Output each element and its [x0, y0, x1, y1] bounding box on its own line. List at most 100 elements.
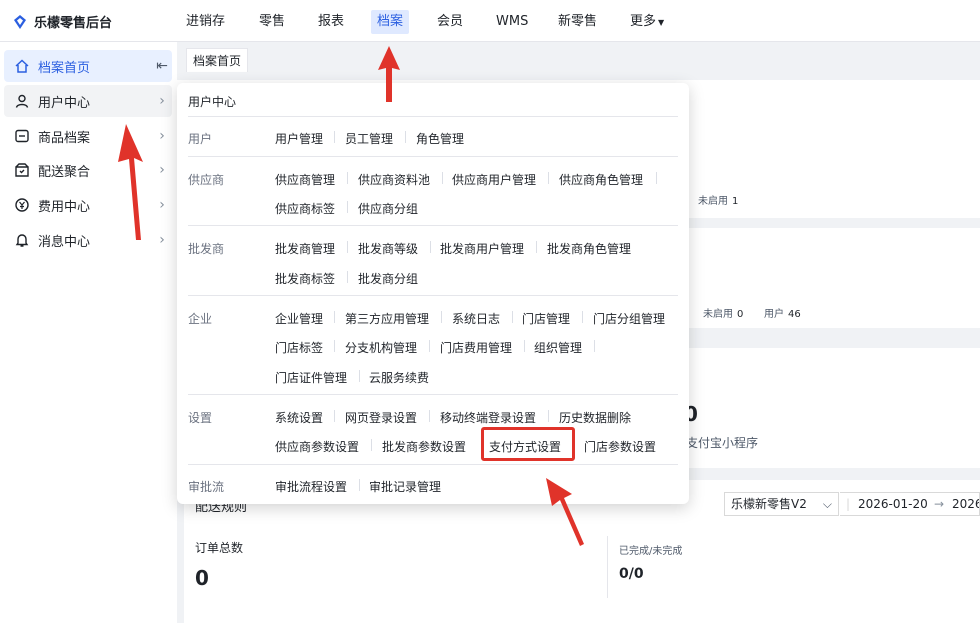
done-label: 已完成/未完成 — [619, 546, 683, 557]
tab-archive-home[interactable]: 档案首页 — [186, 48, 249, 72]
link-supplier-pool[interactable]: 供应商资料池 — [358, 171, 430, 188]
chevron-down-icon: ⌵ — [822, 497, 832, 511]
link-wholesaler-role-manage[interactable]: 批发商角色管理 — [547, 240, 631, 257]
divider — [188, 156, 678, 157]
link-approval-flow-settings[interactable]: 审批流程设置 — [275, 478, 347, 495]
link-store-tags[interactable]: 门店标签 — [275, 339, 323, 356]
group-label-wholesaler: 批发商 — [188, 242, 225, 256]
logo-icon — [14, 14, 26, 29]
chevron-right-icon: › — [159, 162, 165, 178]
divider — [607, 536, 608, 598]
link-role-manage[interactable]: 角色管理 — [416, 130, 464, 147]
link-store-param-settings[interactable]: 门店参数设置 — [584, 438, 656, 455]
stat-alipay-mini: 支付宝小程序 — [686, 436, 759, 450]
divider — [188, 464, 678, 465]
group-label-user: 用户 — [188, 132, 213, 146]
bell-icon — [12, 232, 32, 248]
link-supplier-manage[interactable]: 供应商管理 — [275, 171, 335, 188]
link-wholesaler-groups[interactable]: 批发商分组 — [358, 270, 418, 287]
link-supplier-param-settings[interactable]: 供应商参数设置 — [275, 438, 359, 455]
nav-item-new-retail[interactable]: 新零售 — [558, 10, 597, 34]
order-total-label: 订单总数 — [195, 541, 244, 555]
group-label-approval: 审批流 — [188, 480, 225, 494]
link-supplier-user-manage[interactable]: 供应商用户管理 — [452, 171, 536, 188]
link-wholesaler-param-settings[interactable]: 批发商参数设置 — [382, 438, 466, 455]
date-start[interactable]: 2026-01-20 — [858, 493, 928, 515]
yuan-icon — [12, 197, 32, 213]
link-store-certificate-manage[interactable]: 门店证件管理 — [275, 369, 347, 386]
nav-item-inventory[interactable]: 进销存 — [186, 10, 225, 34]
stat-users: 用户 46 — [764, 309, 801, 320]
top-bar: 乐檬零售后台 进销存 零售 报表 档案 会员 WMS 新零售 更多 ▼ — [0, 0, 980, 42]
stat-not-enabled-1: 未启用 1 — [698, 196, 739, 207]
divider — [188, 295, 678, 296]
link-system-log[interactable]: 系统日志 — [452, 310, 500, 327]
arrow-right-icon: → — [934, 497, 945, 511]
link-branch-manage[interactable]: 分支机构管理 — [345, 339, 417, 356]
sidebar-item-archive-home[interactable]: 档案首页 ⇤ — [4, 50, 172, 82]
link-store-cost-manage[interactable]: 门店费用管理 — [440, 339, 512, 356]
date-end[interactable]: 2026-01 — [952, 493, 979, 515]
link-web-login-settings[interactable]: 网页登录设置 — [345, 409, 417, 426]
link-mobile-login-settings[interactable]: 移动终端登录设置 — [440, 409, 536, 426]
delivery-icon — [12, 162, 32, 178]
order-total-value: 0 — [195, 566, 209, 590]
group-label-supplier: 供应商 — [188, 173, 225, 187]
sidebar-item-user-center[interactable]: 用户中心 › — [4, 85, 172, 117]
app-title: 乐檬零售后台 — [34, 16, 113, 31]
link-supplier-tags[interactable]: 供应商标签 — [275, 200, 335, 217]
collapse-left-icon[interactable]: ⇤ — [152, 58, 172, 74]
sidebar-item-label: 档案首页 — [38, 60, 91, 76]
annotation-arrow-up-icon — [118, 124, 143, 240]
link-approval-records[interactable]: 审批记录管理 — [369, 478, 441, 495]
nav-item-member[interactable]: 会员 — [437, 10, 463, 34]
nav-item-reports[interactable]: 报表 — [318, 10, 344, 34]
link-user-manage[interactable]: 用户管理 — [275, 130, 323, 147]
group-label-enterprise: 企业 — [188, 312, 213, 326]
home-icon — [12, 58, 32, 74]
divider — [188, 394, 678, 395]
divider — [188, 225, 678, 226]
nav-more-label: 更多 — [630, 14, 657, 29]
link-supplier-role-manage[interactable]: 供应商角色管理 — [559, 171, 643, 188]
annotation-arrow-up-icon — [546, 478, 584, 546]
link-enterprise-manage[interactable]: 企业管理 — [275, 310, 323, 327]
caret-down-icon: ▼ — [658, 18, 665, 27]
dropdown-title: 用户中心 — [188, 95, 237, 109]
nav-item-more[interactable]: 更多 ▼ — [630, 10, 664, 34]
divider — [188, 116, 678, 117]
product-icon — [12, 128, 32, 144]
user-icon — [12, 93, 32, 109]
link-history-data-delete[interactable]: 历史数据删除 — [559, 409, 631, 426]
date-range-picker[interactable]: | 2026-01-20 → 2026-01 — [840, 492, 980, 516]
link-wholesaler-manage[interactable]: 批发商管理 — [275, 240, 335, 257]
link-system-settings[interactable]: 系统设置 — [275, 409, 323, 426]
project-select[interactable]: 乐檬新零售V2 ⌵ — [724, 492, 839, 516]
project-select-value: 乐檬新零售V2 — [731, 497, 807, 511]
link-wholesaler-levels[interactable]: 批发商等级 — [358, 240, 418, 257]
link-third-party-apps[interactable]: 第三方应用管理 — [345, 310, 429, 327]
link-supplier-groups[interactable]: 供应商分组 — [358, 200, 418, 217]
link-store-group-manage[interactable]: 门店分组管理 — [593, 310, 665, 327]
group-label-settings: 设置 — [188, 411, 213, 425]
sidebar-item-label: 用户中心 — [38, 95, 91, 111]
link-cloud-renewal[interactable]: 云服务续费 — [369, 369, 429, 386]
nav-item-archive[interactable]: 档案 — [371, 10, 410, 34]
nav-item-wms[interactable]: WMS — [496, 10, 528, 34]
stat-not-enabled-2: 未启用 0 — [703, 309, 744, 320]
chevron-right-icon: › — [159, 128, 165, 144]
highlight-box — [481, 427, 575, 461]
link-wholesaler-tags[interactable]: 批发商标签 — [275, 270, 335, 287]
link-org-manage[interactable]: 组织管理 — [534, 339, 582, 356]
chevron-right-icon: › — [159, 232, 165, 248]
done-value: 0/0 — [619, 566, 644, 582]
link-wholesaler-user-manage[interactable]: 批发商用户管理 — [440, 240, 524, 257]
link-store-manage[interactable]: 门店管理 — [522, 310, 570, 327]
user-center-dropdown: 用户中心 用户 用户管理 员工管理 角色管理 供应商 供应商管理 供应商资料池 … — [177, 83, 689, 504]
chevron-right-icon: › — [159, 93, 165, 109]
link-staff-manage[interactable]: 员工管理 — [345, 130, 393, 147]
app-logo[interactable]: 乐檬零售后台 — [12, 12, 112, 31]
nav-item-retail[interactable]: 零售 — [259, 10, 285, 34]
chevron-right-icon: › — [159, 197, 165, 213]
annotation-arrow-up-icon — [378, 46, 400, 102]
